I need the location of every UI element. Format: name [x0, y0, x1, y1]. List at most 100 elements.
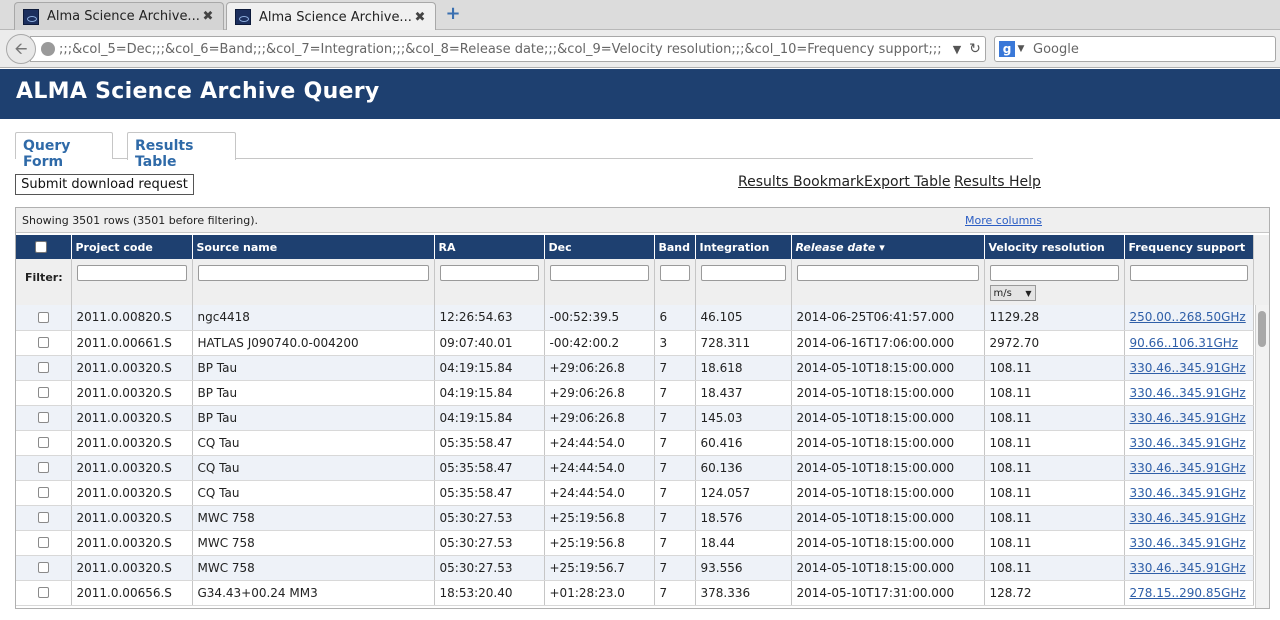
frequency-support-link[interactable]: 330.46..345.91GHz	[1130, 511, 1246, 525]
column-header[interactable]: Dec	[544, 235, 655, 259]
cell-frequency-support: 330.46..345.91GHz	[1124, 355, 1254, 381]
row-checkbox[interactable]	[38, 412, 49, 423]
google-icon[interactable]: g	[999, 41, 1015, 57]
column-header[interactable]: Velocity resolution	[984, 235, 1125, 259]
column-header[interactable]: RA	[434, 235, 545, 259]
row-checkbox[interactable]	[38, 562, 49, 573]
velocity-unit-select[interactable]: m/s ▼	[989, 285, 1036, 301]
row-checkbox[interactable]	[38, 387, 49, 398]
close-icon[interactable]: ✖	[411, 10, 429, 25]
url-bar[interactable]: ;;;&col_5=Dec;;;&col_6=Band;;;&col_7=Int…	[30, 36, 986, 62]
table-row[interactable]: 2011.0.00320.S CQ Tau 05:35:58.47 +24:44:54…	[16, 480, 1254, 506]
cell-band: 7	[654, 455, 696, 481]
table-row[interactable]: 2011.0.00320.S BP Tau 04:19:15.84 +29:06:26…	[16, 405, 1254, 431]
table-header-row: Project code Source name RA Dec Band Int…	[16, 235, 1254, 259]
more-columns-link[interactable]: More columns	[965, 214, 1042, 227]
frequency-support-link[interactable]: 330.46..345.91GHz	[1130, 436, 1246, 450]
frequency-support-link[interactable]: 90.66..106.31GHz	[1130, 336, 1239, 350]
select-all-checkbox[interactable]	[35, 241, 47, 253]
filter-input-frequency[interactable]	[1129, 265, 1248, 281]
table-row[interactable]: 2011.0.00820.S ngc4418 12:26:54.63 -00:52:3…	[16, 305, 1254, 331]
frequency-support-link[interactable]: 278.15..290.85GHz	[1130, 586, 1246, 600]
cell-project-code: 2011.0.00320.S	[71, 530, 193, 556]
submit-download-button[interactable]: Submit download request	[15, 174, 194, 195]
url-text[interactable]: ;;;&col_5=Dec;;;&col_6=Band;;;&col_7=Int…	[59, 42, 949, 57]
reload-icon[interactable]: ↻	[965, 41, 985, 57]
cell-dec: +24:44:54.0	[544, 455, 655, 481]
column-header[interactable]: Source name	[192, 235, 435, 259]
filter-input-dec[interactable]	[549, 265, 649, 281]
row-checkbox[interactable]	[38, 362, 49, 373]
row-select-cell	[16, 555, 72, 581]
frequency-support-link[interactable]: 330.46..345.91GHz	[1130, 486, 1246, 500]
row-checkbox[interactable]	[38, 587, 49, 598]
frequency-support-link[interactable]: 330.46..345.91GHz	[1130, 536, 1246, 550]
frequency-support-link[interactable]: 330.46..345.91GHz	[1130, 461, 1246, 475]
chevron-down-icon[interactable]: ▼	[1015, 44, 1027, 54]
row-checkbox[interactable]	[38, 437, 49, 448]
browser-tab-1[interactable]: Alma Science Archive... ✖	[14, 2, 224, 30]
table-row[interactable]: 2011.0.00320.S CQ Tau 05:35:58.47 +24:44:54…	[16, 455, 1254, 481]
column-header[interactable]: Band	[654, 235, 696, 259]
cell-integration: 93.556	[695, 555, 792, 581]
page-header: ALMA Science Archive Query	[0, 69, 1280, 119]
filter-input-band[interactable]	[659, 265, 690, 281]
frequency-support-link[interactable]: 330.46..345.91GHz	[1130, 411, 1246, 425]
cell-frequency-support: 330.46..345.91GHz	[1124, 480, 1254, 506]
cell-release-date: 2014-05-10T18:15:00.000	[791, 380, 985, 406]
results-help-link[interactable]: Results Help	[954, 174, 1041, 190]
column-header[interactable]: Project code	[71, 235, 193, 259]
filter-input-ra[interactable]	[439, 265, 539, 281]
table-row[interactable]: 2011.0.00320.S MWC 758 05:30:27.53 +25:19:5…	[16, 505, 1254, 531]
row-checkbox[interactable]	[38, 537, 49, 548]
tab-results-table[interactable]: Results Table	[127, 132, 236, 170]
select-all-header[interactable]	[16, 235, 72, 259]
export-table-link[interactable]: Export Table	[864, 174, 950, 190]
row-checkbox[interactable]	[38, 487, 49, 498]
table-row[interactable]: 2011.0.00320.S CQ Tau 05:35:58.47 +24:44:54…	[16, 430, 1254, 456]
browser-navbar: ;;;&col_5=Dec;;;&col_6=Band;;;&col_7=Int…	[0, 30, 1280, 68]
cell-integration: 378.336	[695, 580, 792, 606]
filter-input-project-code[interactable]	[76, 265, 187, 281]
filter-input-integration[interactable]	[700, 265, 786, 281]
cell-release-date: 2014-06-25T06:41:57.000	[791, 305, 985, 331]
table-row[interactable]: 2011.0.00320.S BP Tau 04:19:15.84 +29:06:26…	[16, 355, 1254, 381]
search-input[interactable]: Google	[1033, 42, 1079, 57]
filter-input-source-name[interactable]	[197, 265, 429, 281]
filter-input-release-date[interactable]	[796, 265, 979, 281]
row-checkbox[interactable]	[38, 311, 49, 323]
search-bar[interactable]: g ▼ Google	[994, 36, 1276, 62]
new-tab-icon[interactable]: +	[444, 5, 462, 24]
chevron-down-icon[interactable]: ▼	[949, 43, 965, 56]
scrollbar-thumb[interactable]	[1258, 311, 1266, 347]
row-checkbox[interactable]	[38, 462, 49, 473]
column-header-sorted[interactable]: Release date ▾	[791, 235, 985, 259]
table-row[interactable]: 2011.0.00320.S MWC 758 05:30:27.53 +25:19:5…	[16, 555, 1254, 581]
browser-tab-2[interactable]: Alma Science Archive... ✖	[226, 2, 436, 31]
cell-dec: +24:44:54.0	[544, 480, 655, 506]
globe-icon	[41, 42, 55, 56]
filter-input-velocity[interactable]	[989, 265, 1119, 281]
table-row[interactable]: 2011.0.00320.S BP Tau 04:19:15.84 +29:06:26…	[16, 380, 1254, 406]
column-header[interactable]: Integration	[695, 235, 792, 259]
cell-frequency-support: 330.46..345.91GHz	[1124, 380, 1254, 406]
frequency-support-link[interactable]: 330.46..345.91GHz	[1130, 361, 1246, 375]
table-row[interactable]: 2011.0.00320.S MWC 758 05:30:27.53 +25:19:5…	[16, 530, 1254, 556]
cell-dec: +24:44:54.0	[544, 430, 655, 456]
row-checkbox[interactable]	[38, 337, 49, 348]
table-row[interactable]: 2011.0.00661.S HATLAS J090740.0-004200 09:…	[16, 330, 1254, 356]
table-row[interactable]: 2011.0.00656.S G34.43+00.24 MM3 18:53:20.4…	[16, 580, 1254, 606]
results-bookmark-link[interactable]: Results Bookmark	[738, 174, 864, 190]
close-icon[interactable]: ✖	[199, 9, 217, 24]
frequency-support-link[interactable]: 330.46..345.91GHz	[1130, 561, 1246, 575]
frequency-support-link[interactable]: 330.46..345.91GHz	[1130, 386, 1246, 400]
back-button[interactable]: 🡨	[6, 34, 36, 64]
tab-query-form[interactable]: Query Form	[15, 132, 113, 170]
cell-band: 7	[654, 430, 696, 456]
cell-frequency-support: 330.46..345.91GHz	[1124, 405, 1254, 431]
table-scrollbar[interactable]	[1255, 305, 1269, 608]
column-header[interactable]: Frequency support	[1124, 235, 1254, 259]
cell-ra: 05:35:58.47	[434, 430, 545, 456]
row-checkbox[interactable]	[38, 512, 49, 523]
frequency-support-link[interactable]: 250.00..268.50GHz	[1130, 310, 1246, 324]
